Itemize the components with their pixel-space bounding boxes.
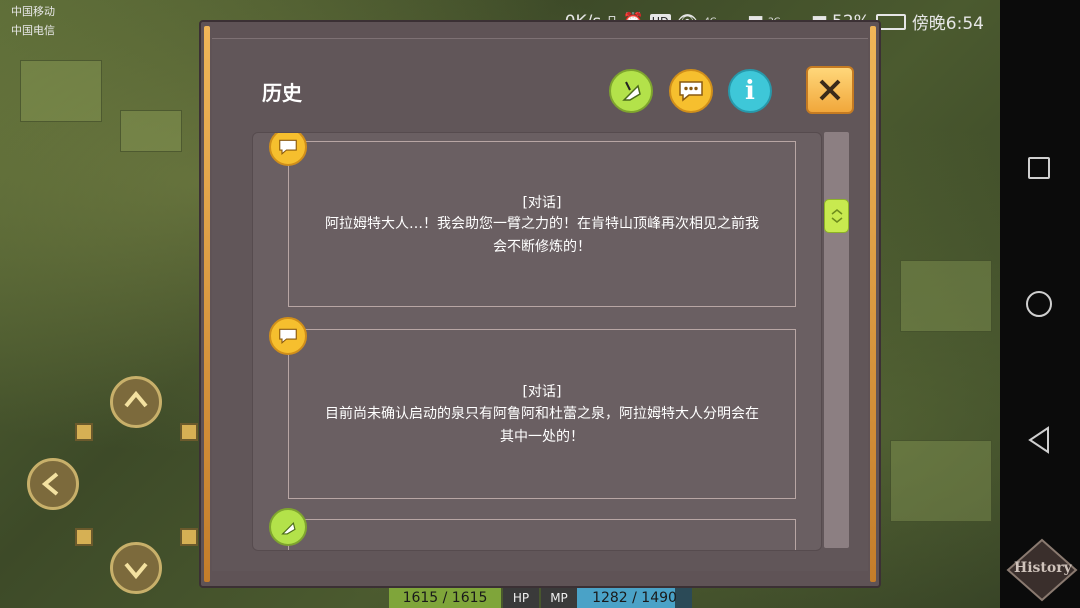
- terrain-tile: [120, 110, 182, 152]
- hp-label: HP: [503, 588, 539, 608]
- entry-text: 目前尚未确认启动的泉只有阿鲁阿和杜蕾之泉，阿拉姆特大人分明会在 其中一处的！: [293, 403, 791, 449]
- entry-text-line: 目前尚未确认启动的泉只有阿鲁阿和杜蕾之泉，阿拉姆特大人分明会在: [325, 406, 759, 422]
- info-icon: i: [745, 76, 755, 106]
- chevron-up-icon: [124, 390, 148, 408]
- history-button[interactable]: History: [1006, 538, 1078, 602]
- chevron-down-icon: [124, 562, 148, 580]
- recents-button[interactable]: [1028, 157, 1050, 179]
- terrain-tile: [890, 440, 992, 522]
- carrier-label-1: 中国移动: [11, 5, 55, 18]
- dialog-title: 历史: [262, 81, 302, 105]
- chevron-down-icon: [831, 217, 842, 223]
- chat-bubble-icon: [269, 317, 307, 355]
- mp-value: 1282 / 1490: [577, 588, 692, 608]
- dpad-down-button[interactable]: [110, 542, 162, 594]
- entry-kind: [对话]: [522, 195, 562, 211]
- mp-label: MP: [541, 588, 577, 608]
- close-button[interactable]: [806, 66, 854, 114]
- clock: 傍晚6:54: [911, 14, 984, 34]
- back-button[interactable]: [1026, 426, 1052, 458]
- dpad-corner-button[interactable]: [180, 423, 198, 441]
- scrollbar-thumb[interactable]: [824, 199, 849, 233]
- quill-icon: [622, 81, 641, 101]
- home-button[interactable]: [1026, 291, 1052, 317]
- close-icon: [819, 79, 841, 101]
- entry-frame: [288, 519, 796, 550]
- dialog-frame-left: [204, 26, 210, 582]
- chat-bubble-icon: [679, 81, 703, 102]
- scrollbar-track[interactable]: [824, 132, 849, 548]
- history-log-list[interactable]: [对话] 阿拉姆特大人…！我会助您一臂之力的！在肯特山顶峰再次相见之前我 会不断…: [252, 132, 822, 551]
- carrier-label-2: 中国电信: [11, 24, 55, 37]
- quill-icon: [269, 508, 307, 546]
- dpad-corner-button[interactable]: [75, 528, 93, 546]
- chevron-left-icon: [41, 472, 59, 496]
- list-item: [对话] 目前尚未确认启动的泉只有阿鲁阿和杜蕾之泉，阿拉姆特大人分明会在 其中一…: [253, 317, 821, 503]
- dpad-corner-button[interactable]: [180, 528, 198, 546]
- dpad-up-button[interactable]: [110, 376, 162, 428]
- filter-info-button[interactable]: i: [728, 69, 772, 113]
- dpad-left-button[interactable]: [27, 458, 79, 510]
- list-item: [对话] 阿拉姆特大人…！我会助您一臂之力的！在肯特山顶峰再次相见之前我 会不断…: [253, 133, 821, 313]
- dialog-frame-right: [870, 26, 876, 582]
- entry-text-line: 会不断修炼的！: [493, 239, 591, 255]
- entry-kind: [对话]: [522, 384, 562, 400]
- hp-value: 1615 / 1615: [389, 588, 501, 608]
- history-button-label: History: [1014, 560, 1072, 576]
- terrain-tile: [20, 60, 102, 122]
- terrain-tile: [900, 260, 992, 332]
- entry-text: 阿拉姆特大人…！我会助您一臂之力的！在肯特山顶峰再次相见之前我 会不断修炼的！: [293, 213, 791, 259]
- back-triangle-icon: [1028, 426, 1049, 454]
- entry-text-line: 其中一处的！: [500, 429, 584, 445]
- filter-narration-button[interactable]: [609, 69, 653, 113]
- dpad-corner-button[interactable]: [75, 423, 93, 441]
- list-item: [253, 508, 821, 550]
- filter-dialogue-button[interactable]: [669, 69, 713, 113]
- entry-text-line: 阿拉姆特大人…！我会助您一臂之力的！在肯特山顶峰再次相见之前我: [325, 216, 759, 232]
- chevron-up-icon: [831, 209, 842, 215]
